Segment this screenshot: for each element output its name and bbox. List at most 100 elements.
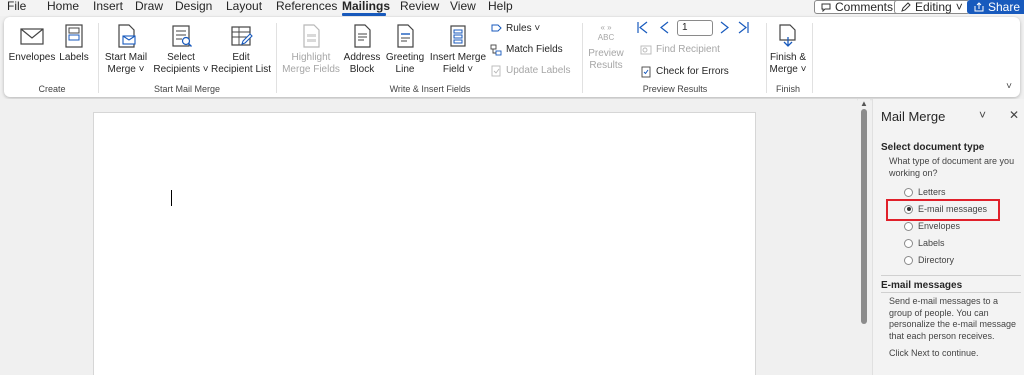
preview-results-button[interactable]: « » ABC Preview Results bbox=[586, 23, 626, 72]
finish-merge-label-2: Merge ˅ bbox=[769, 64, 807, 75]
group-separator bbox=[276, 23, 277, 93]
update-labels-icon bbox=[491, 65, 501, 77]
find-recipient-button[interactable]: Find Recipient bbox=[640, 44, 720, 56]
rules-icon bbox=[491, 24, 502, 32]
greeting-line-icon bbox=[397, 24, 414, 48]
angle-brackets-icon: « » bbox=[600, 23, 612, 32]
share-icon bbox=[974, 2, 984, 12]
scrollbar-thumb[interactable] bbox=[861, 109, 867, 324]
group-separator bbox=[98, 23, 99, 93]
envelopes-button[interactable]: Envelopes bbox=[8, 23, 56, 64]
check-for-errors-button[interactable]: Check for Errors bbox=[640, 66, 729, 78]
finish-merge-icon bbox=[779, 24, 796, 47]
radio-letters[interactable]: Letters bbox=[904, 187, 946, 197]
address-block-button[interactable]: Address Block bbox=[342, 23, 382, 76]
next-record-icon bbox=[720, 21, 729, 34]
edit-recipient-label-1: Edit bbox=[232, 52, 250, 63]
scroll-up-icon[interactable]: ▲ bbox=[860, 99, 868, 108]
radio-envelopes[interactable]: Envelopes bbox=[904, 221, 960, 231]
select-recipients-button[interactable]: Select Recipients ˅ bbox=[152, 23, 210, 76]
find-recipient-icon bbox=[640, 45, 652, 55]
match-fields-icon bbox=[490, 44, 502, 56]
pane-options-chevron-icon[interactable]: ˅ bbox=[979, 108, 986, 122]
active-tab-indicator bbox=[342, 13, 386, 16]
highlight-label-2: Merge Fields bbox=[282, 64, 340, 75]
address-block-label-1: Address bbox=[343, 52, 381, 63]
labels-button[interactable]: Labels bbox=[58, 23, 90, 64]
radio-button bbox=[904, 255, 913, 265]
chevron-down-icon: ˅ bbox=[955, 0, 963, 14]
collapse-ribbon-icon[interactable]: ˅ bbox=[1006, 81, 1012, 92]
match-fields-button[interactable]: Match Fields bbox=[490, 44, 563, 56]
radio-label: Envelopes bbox=[918, 221, 961, 231]
menu-mailings[interactable]: Mailings bbox=[342, 0, 390, 13]
menu-file[interactable]: File bbox=[7, 0, 26, 13]
preview-results-label-2: Results bbox=[589, 60, 623, 71]
previous-record-icon bbox=[660, 21, 669, 34]
start-mail-merge-button[interactable]: Start Mail Merge ˅ bbox=[102, 23, 150, 76]
finish-merge-label-1: Finish & bbox=[769, 52, 807, 63]
insert-merge-field-button[interactable]: Insert Merge Field ˅ bbox=[428, 23, 488, 76]
text-cursor bbox=[171, 190, 172, 206]
highlight-fields-icon bbox=[303, 24, 320, 48]
share-button[interactable]: Share ˅ bbox=[967, 0, 1024, 14]
abc-icon-label: ABC bbox=[597, 33, 615, 42]
pane-title: Mail Merge bbox=[881, 109, 946, 124]
mail-merge-pane: Mail Merge ˅ ✕ Select document type What… bbox=[872, 99, 1024, 375]
greeting-line-button[interactable]: Greeting Line bbox=[384, 23, 426, 76]
group-label-create: Create bbox=[38, 84, 66, 94]
menu-bar: File Home Insert Draw Design Layout Refe… bbox=[0, 0, 1024, 16]
comments-label: Comments bbox=[835, 0, 894, 14]
select-recipients-icon bbox=[172, 25, 192, 47]
highlight-label-1: Highlight bbox=[291, 52, 331, 63]
comments-button[interactable]: Comments bbox=[814, 0, 901, 14]
check-errors-icon bbox=[641, 66, 651, 78]
start-mail-merge-icon bbox=[118, 24, 136, 48]
insert-merge-field-label-2: Field ˅ bbox=[442, 64, 474, 75]
labels-label: Labels bbox=[59, 52, 89, 63]
close-icon[interactable]: ✕ bbox=[1009, 108, 1019, 122]
email-messages-heading: E-mail messages bbox=[881, 280, 963, 291]
vertical-scrollbar[interactable]: ▲ bbox=[858, 99, 870, 375]
next-record-button[interactable] bbox=[720, 21, 730, 34]
group-separator bbox=[582, 23, 583, 93]
match-fields-label: Match Fields bbox=[506, 44, 563, 55]
radio-directory[interactable]: Directory bbox=[904, 255, 954, 265]
group-separator bbox=[812, 23, 813, 93]
editing-button[interactable]: Editing ˅ bbox=[894, 0, 970, 14]
menu-design[interactable]: Design bbox=[175, 0, 212, 13]
menu-layout[interactable]: Layout bbox=[226, 0, 262, 13]
editing-label: Editing bbox=[915, 0, 952, 14]
edit-recipient-list-button[interactable]: Edit Recipient List bbox=[210, 23, 272, 76]
update-labels-button[interactable]: Update Labels bbox=[490, 65, 571, 77]
section-divider bbox=[881, 275, 1021, 276]
menu-references[interactable]: References bbox=[276, 0, 337, 13]
radio-label: Letters bbox=[918, 187, 946, 197]
preview-results-label-1: Preview bbox=[588, 48, 624, 59]
radio-button bbox=[904, 238, 913, 248]
previous-record-button[interactable] bbox=[659, 21, 669, 34]
document-page[interactable] bbox=[93, 112, 756, 375]
insert-merge-field-label-1: Insert Merge bbox=[429, 52, 487, 63]
rules-button[interactable]: Rules ˅ bbox=[490, 23, 540, 35]
finish-merge-button[interactable]: Finish & Merge ˅ bbox=[766, 23, 810, 76]
labels-icon bbox=[65, 24, 83, 48]
menu-home[interactable]: Home bbox=[47, 0, 79, 13]
envelopes-label: Envelopes bbox=[8, 52, 56, 63]
menu-draw[interactable]: Draw bbox=[135, 0, 163, 13]
edit-list-icon bbox=[231, 26, 253, 46]
highlight-merge-fields-button[interactable]: Highlight Merge Fields bbox=[282, 23, 340, 76]
record-number-input[interactable]: 1 bbox=[677, 20, 713, 36]
radio-button bbox=[904, 187, 913, 197]
radio-labels[interactable]: Labels bbox=[904, 238, 945, 248]
menu-review[interactable]: Review bbox=[400, 0, 439, 13]
first-record-button[interactable] bbox=[636, 21, 648, 34]
select-recipients-label-2: Recipients ˅ bbox=[153, 64, 209, 75]
menu-view[interactable]: View bbox=[450, 0, 476, 13]
last-record-button[interactable] bbox=[738, 21, 750, 34]
menu-help[interactable]: Help bbox=[488, 0, 513, 13]
pencil-icon bbox=[901, 2, 911, 12]
menu-insert[interactable]: Insert bbox=[93, 0, 123, 13]
group-label-write-insert: Write & Insert Fields bbox=[389, 84, 471, 94]
radio-label: Labels bbox=[918, 238, 945, 248]
